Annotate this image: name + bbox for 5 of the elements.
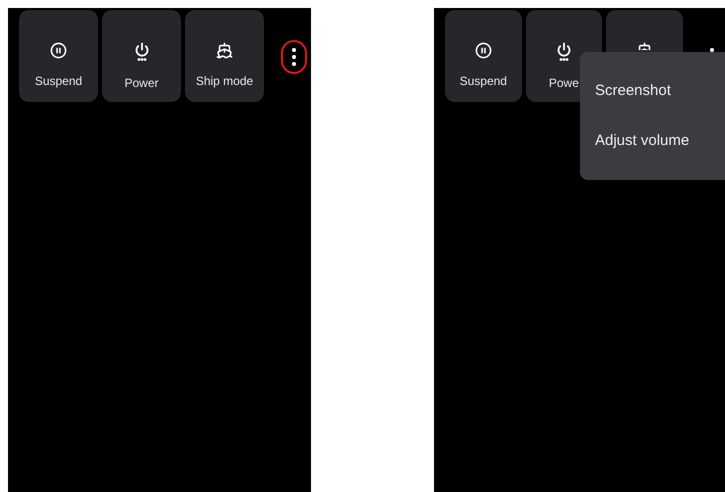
tile-label: Suspend	[34, 73, 82, 90]
tile-label: Ship mode	[196, 73, 254, 90]
tile-label: Powe	[548, 75, 579, 92]
tile-label: Suspend	[460, 73, 507, 90]
tile-label: Power	[124, 75, 158, 92]
